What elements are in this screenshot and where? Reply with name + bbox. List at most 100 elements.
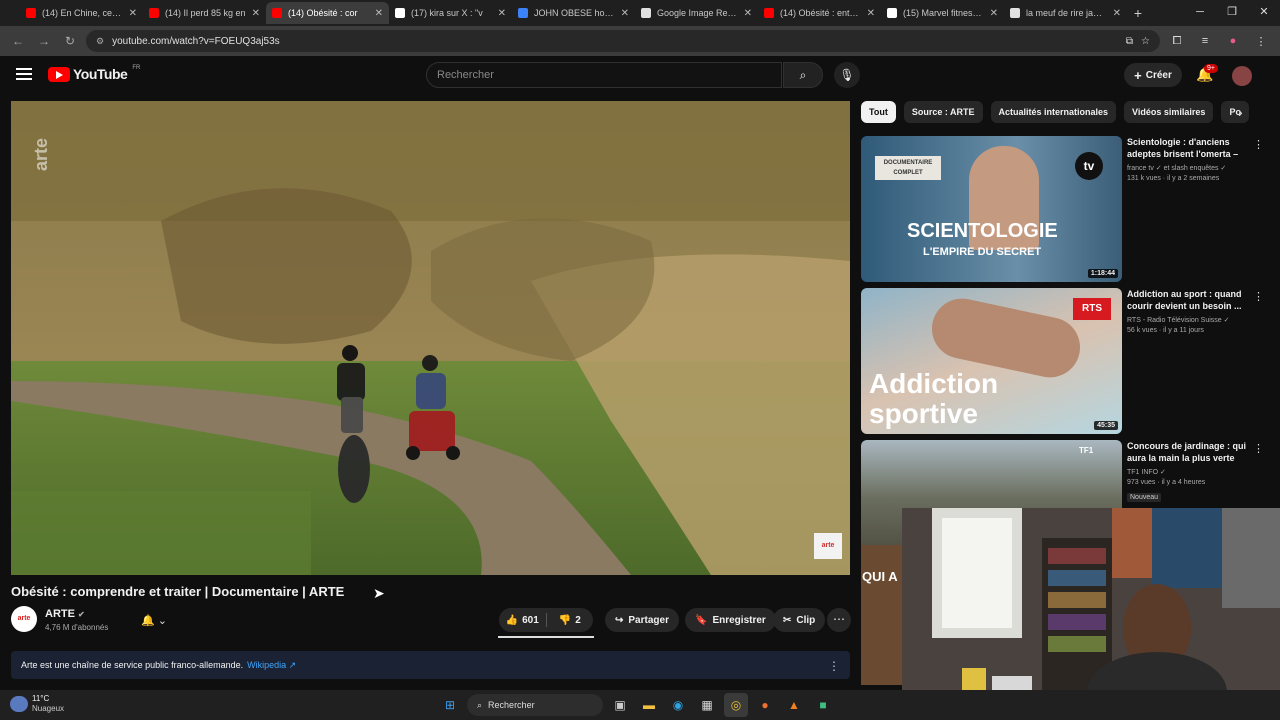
task-view-icon[interactable]: ▣ <box>608 693 632 717</box>
close-tab-icon[interactable]: ✕ <box>375 8 383 19</box>
browser-tab[interactable]: la meuf de rire jaune ✕ <box>1004 2 1127 24</box>
close-window-icon[interactable]: ✕ <box>1248 0 1280 26</box>
video-player[interactable]: arte arte <box>11 101 850 575</box>
close-tab-icon[interactable]: ✕ <box>867 8 875 19</box>
subscription-bell-button[interactable]: 🔔 ⌄ <box>131 610 177 632</box>
edge-icon[interactable]: ◉ <box>666 693 690 717</box>
like-button[interactable]: 👍 601 <box>499 608 546 632</box>
search-input[interactable]: Rechercher <box>426 62 782 88</box>
store-icon[interactable]: ▦ <box>695 693 719 717</box>
windows-start-icon[interactable]: ⊞ <box>438 693 462 717</box>
back-icon[interactable]: ← <box>8 34 28 48</box>
rec-menu-icon[interactable]: ⋮ <box>1253 442 1264 455</box>
browser-tab[interactable]: (15) Marvel fitness re ✕ <box>881 2 1004 24</box>
youtube-play-icon <box>48 66 70 82</box>
rec-channel[interactable]: TF1 INFO ✓ <box>1127 468 1247 476</box>
list-item[interactable]: DOCUMENTAIRE COMPLET tv SCIENTOLOGIE L'E… <box>861 136 1264 282</box>
close-tab-icon[interactable]: ✕ <box>744 8 752 19</box>
taskbar: 11°C Nuageux ⊞ ⌕ Rechercher ▣ ▬ ◉ ▦ ◎ ● ▲… <box>0 690 1280 720</box>
bookmark-star-icon[interactable]: ☆ <box>1141 36 1150 47</box>
chip-partial[interactable]: Po <box>1221 101 1249 123</box>
thumbs-down-icon: 👎 <box>558 614 572 626</box>
webcam-frame <box>902 508 1280 692</box>
rec-channel[interactable]: france tv ✓ et slash enquêtes ✓ <box>1127 164 1247 172</box>
chip-international-news[interactable]: Actualités internationales <box>990 101 1117 123</box>
chip-all[interactable]: Tout <box>861 101 896 123</box>
browser-tab[interactable]: (14) Obésité : cor ✕ <box>266 2 389 24</box>
rec-menu-icon[interactable]: ⋮ <box>1253 290 1264 303</box>
more-actions-icon[interactable]: ⋯ <box>827 608 851 632</box>
clip-button[interactable]: ✂ Clip <box>773 608 826 632</box>
rec-title[interactable]: Concours de jardinage : qui aura la main… <box>1127 440 1247 464</box>
vlc-icon[interactable]: ▲ <box>782 693 806 717</box>
extensions-icon[interactable]: ⧠ <box>1166 35 1188 48</box>
thumb-headline: SCIENTOLOGIE <box>907 220 1058 242</box>
video-thumbnail[interactable]: RTS Addiction sportive 45:35 <box>861 288 1122 434</box>
close-tab-icon[interactable]: ✕ <box>1113 8 1121 19</box>
save-button[interactable]: 🔖 Enregistrer <box>685 608 776 632</box>
account-avatar[interactable] <box>1232 66 1252 86</box>
video-thumbnail[interactable]: DOCUMENTAIRE COMPLET tv SCIENTOLOGIE L'E… <box>861 136 1122 282</box>
microphone-icon[interactable]: 🎙 <box>834 62 860 88</box>
wikipedia-link[interactable]: Wikipedia ↗ <box>247 660 296 671</box>
app-icon[interactable]: ■ <box>811 693 835 717</box>
file-explorer-icon[interactable]: ▬ <box>637 693 661 717</box>
url-field[interactable]: ⚙ youtube.com/watch?v=FOEUQ3aj53s ⧉ ☆ <box>86 30 1160 52</box>
channel-info-text: Arte est une chaîne de service public fr… <box>21 660 244 670</box>
browser-tab[interactable]: Google Image Result ✕ <box>635 2 758 24</box>
arte-corner-logo: arte <box>814 533 842 559</box>
share-button[interactable]: ↪ Partager <box>605 608 679 632</box>
google-icon <box>641 8 651 18</box>
create-button[interactable]: + Créer <box>1124 63 1182 87</box>
close-tab-icon[interactable]: ✕ <box>990 8 998 19</box>
rec-info: Scientologie : d'anciens adeptes brisent… <box>1127 136 1247 182</box>
rec-title[interactable]: Scientologie : d'anciens adeptes brisent… <box>1127 136 1247 160</box>
install-app-icon[interactable]: ⧉ <box>1126 36 1133 47</box>
panel-more-icon[interactable]: ⋮ <box>828 659 840 673</box>
youtube-icon <box>764 8 774 18</box>
chip-similar-videos[interactable]: Vidéos similaires <box>1124 101 1214 123</box>
google-icon <box>1010 8 1020 18</box>
reload-icon[interactable]: ↻ <box>60 34 80 48</box>
list-item[interactable]: RTS Addiction sportive 45:35 Addiction a… <box>861 288 1264 434</box>
dislike-button[interactable]: 👎 2 <box>547 608 594 632</box>
minimize-icon[interactable]: ─ <box>1184 0 1216 26</box>
browser-menu-icon[interactable]: ⋮ <box>1250 35 1272 48</box>
chevron-right-icon[interactable]: › <box>1238 104 1243 120</box>
restore-icon[interactable]: ❐ <box>1216 0 1248 26</box>
rec-title[interactable]: Addiction au sport : quand courir devien… <box>1127 288 1247 312</box>
partial-thumbnail[interactable]: QUI A <box>861 545 903 685</box>
channel-name[interactable]: ARTE ✔ <box>45 608 85 620</box>
browser-tab[interactable]: (17) kira sur X : "v ✕ <box>389 2 512 24</box>
taskbar-search[interactable]: ⌕ Rechercher <box>467 694 603 716</box>
browser-tab[interactable]: (14) Obésité : entre c ✕ <box>758 2 881 24</box>
menu-icon[interactable] <box>16 68 32 82</box>
profile-icon[interactable]: ● <box>1222 35 1244 47</box>
subscriber-count: 4,76 M d'abonnés <box>45 623 109 632</box>
chrome-icon[interactable]: ◎ <box>724 693 748 717</box>
weather-widget[interactable]: 11°C Nuageux <box>10 694 64 714</box>
chip-source-arte[interactable]: Source : ARTE <box>903 101 983 123</box>
x-icon <box>887 8 897 18</box>
tab-title: JOHN OBESE hosted <box>534 8 615 18</box>
new-tab-button[interactable]: + <box>1127 5 1149 21</box>
search-icon[interactable]: ⌕ <box>783 62 823 88</box>
firefox-icon[interactable]: ● <box>753 693 777 717</box>
rec-menu-icon[interactable]: ⋮ <box>1253 138 1264 151</box>
close-tab-icon[interactable]: ✕ <box>621 8 629 19</box>
rec-channel[interactable]: RTS - Radio Télévision Suisse ✓ <box>1127 316 1247 324</box>
close-tab-icon[interactable]: ✕ <box>252 8 260 19</box>
site-info-icon[interactable]: ⚙ <box>96 36 104 47</box>
browser-tab[interactable]: JOHN OBESE hosted ✕ <box>512 2 635 24</box>
taskbar-apps: ⊞ ⌕ Rechercher ▣ ▬ ◉ ▦ ◎ ● ▲ ■ <box>438 693 835 717</box>
forward-icon[interactable]: → <box>34 34 54 48</box>
tab-title: Google Image Result <box>657 8 738 18</box>
channel-avatar[interactable]: arte <box>11 606 37 632</box>
close-tab-icon[interactable]: ✕ <box>498 8 506 19</box>
youtube-logo[interactable]: YouTube FR <box>48 65 140 82</box>
scissors-icon: ✂ <box>783 614 792 626</box>
tab-search-icon[interactable]: ≡ <box>1194 35 1216 47</box>
close-tab-icon[interactable]: ✕ <box>129 8 137 19</box>
browser-tab[interactable]: (14) En Chine, ces en ✕ <box>20 2 143 24</box>
browser-tab[interactable]: (14) Il perd 85 kg en ✕ <box>143 2 266 24</box>
